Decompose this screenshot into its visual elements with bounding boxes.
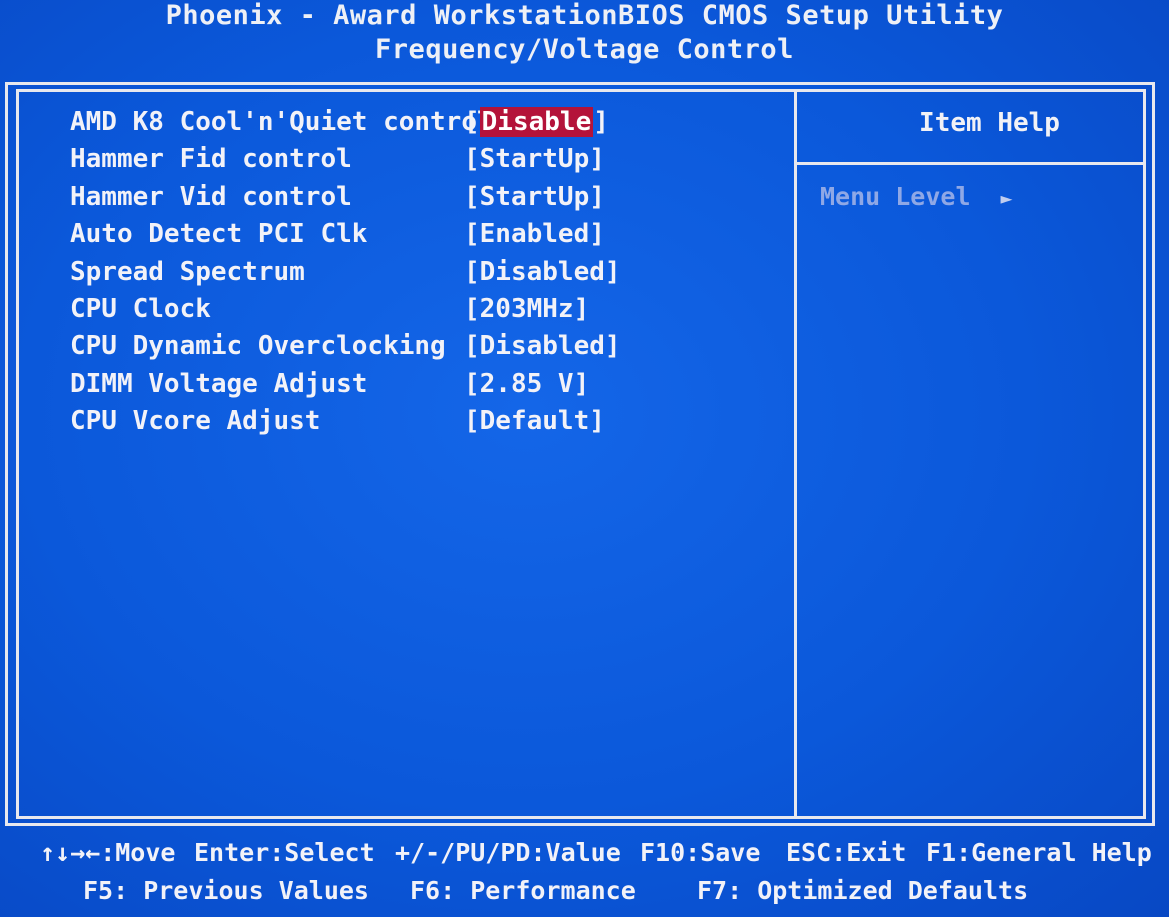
setting-value[interactable]: [203MHz] — [464, 291, 589, 328]
key-move: ↑↓→←:Move — [40, 838, 176, 867]
setting-value[interactable]: [Disabled] — [464, 254, 621, 291]
setting-value[interactable]: [StartUp] — [464, 179, 605, 216]
key-value: +/-/PU/PD:Value — [395, 838, 621, 867]
key-save: F10:Save — [640, 838, 761, 867]
key-exit: ESC:Exit — [786, 838, 907, 867]
help-menu-level: Menu Level ► — [820, 182, 1013, 211]
setting-label: AMD K8 Cool'n'Quiet control — [70, 107, 493, 137]
setting-value[interactable]: [Disable] — [464, 104, 609, 141]
setting-value[interactable]: [StartUp] — [464, 141, 605, 178]
setting-label: Hammer Vid control — [70, 181, 352, 212]
setting-label: Hammer Fid control — [70, 144, 352, 175]
page-title: Frequency/Voltage Control — [375, 34, 794, 65]
setting-label: Auto Detect PCI Clk — [70, 219, 368, 250]
setting-value[interactable]: [2.85 V] — [464, 366, 589, 403]
setting-value[interactable]: [Enabled] — [464, 216, 605, 253]
menu-level-label: Menu Level — [820, 182, 971, 211]
setting-value[interactable]: [Default] — [464, 403, 605, 440]
arrow-right-icon: ► — [1000, 186, 1013, 210]
setting-label: Spread Spectrum — [70, 256, 305, 287]
setting-label: CPU Dynamic Overclocking — [70, 331, 446, 362]
panel-divider-vertical — [794, 89, 797, 819]
key-legend: ↑↓→←:Move Enter:Select +/-/PU/PD:Value F… — [0, 838, 1169, 914]
key-legend-line-1: ↑↓→←:Move Enter:Select +/-/PU/PD:Value F… — [0, 838, 1169, 876]
selected-value-highlight[interactable]: Disable — [479, 107, 594, 137]
help-divider-horizontal — [797, 162, 1145, 165]
key-select: Enter:Select — [194, 838, 375, 867]
key-performance: F6: Performance — [410, 876, 636, 905]
key-legend-line-2: F5: Previous Values F6: Performance F7: … — [0, 876, 1169, 914]
setting-label: DIMM Voltage Adjust — [70, 368, 368, 399]
setting-label: CPU Clock — [70, 293, 211, 324]
item-help-title: Item Help — [919, 108, 1060, 138]
key-previous-values: F5: Previous Values — [83, 876, 369, 905]
setting-label: CPU Vcore Adjust — [70, 406, 321, 437]
setting-value[interactable]: [Disabled] — [464, 328, 621, 365]
key-general-help: F1:General Help — [926, 838, 1152, 867]
bios-screen: Phoenix - Award WorkstationBIOS CMOS Set… — [0, 0, 1169, 917]
key-optimized-defaults: F7: Optimized Defaults — [697, 876, 1029, 905]
bios-title: Phoenix - Award WorkstationBIOS CMOS Set… — [165, 0, 1004, 31]
